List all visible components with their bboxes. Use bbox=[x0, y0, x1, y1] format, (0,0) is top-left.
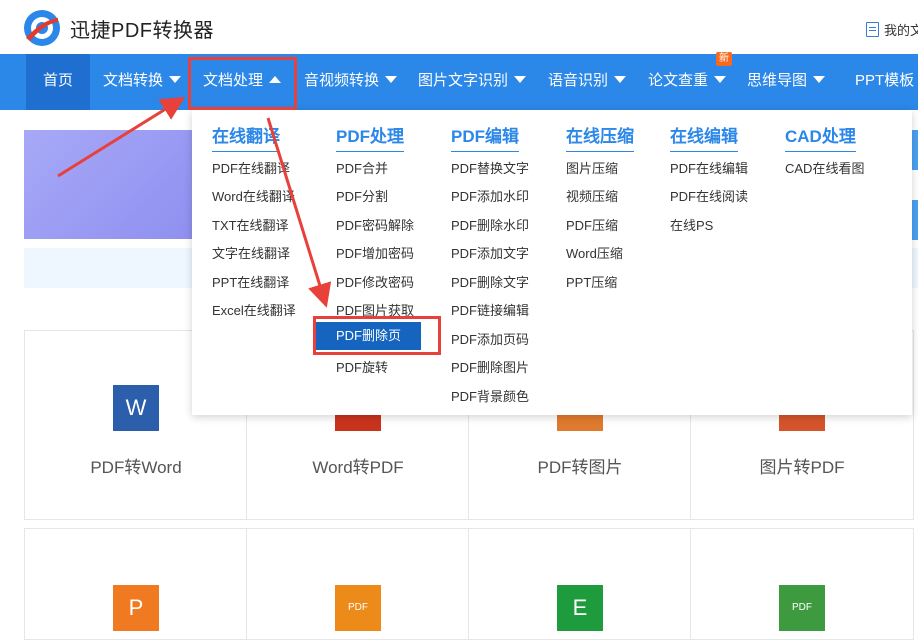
annotation-arrows bbox=[57, 96, 332, 308]
arrow-to-nav bbox=[57, 96, 186, 178]
arrow-to-menu-item bbox=[266, 117, 332, 308]
